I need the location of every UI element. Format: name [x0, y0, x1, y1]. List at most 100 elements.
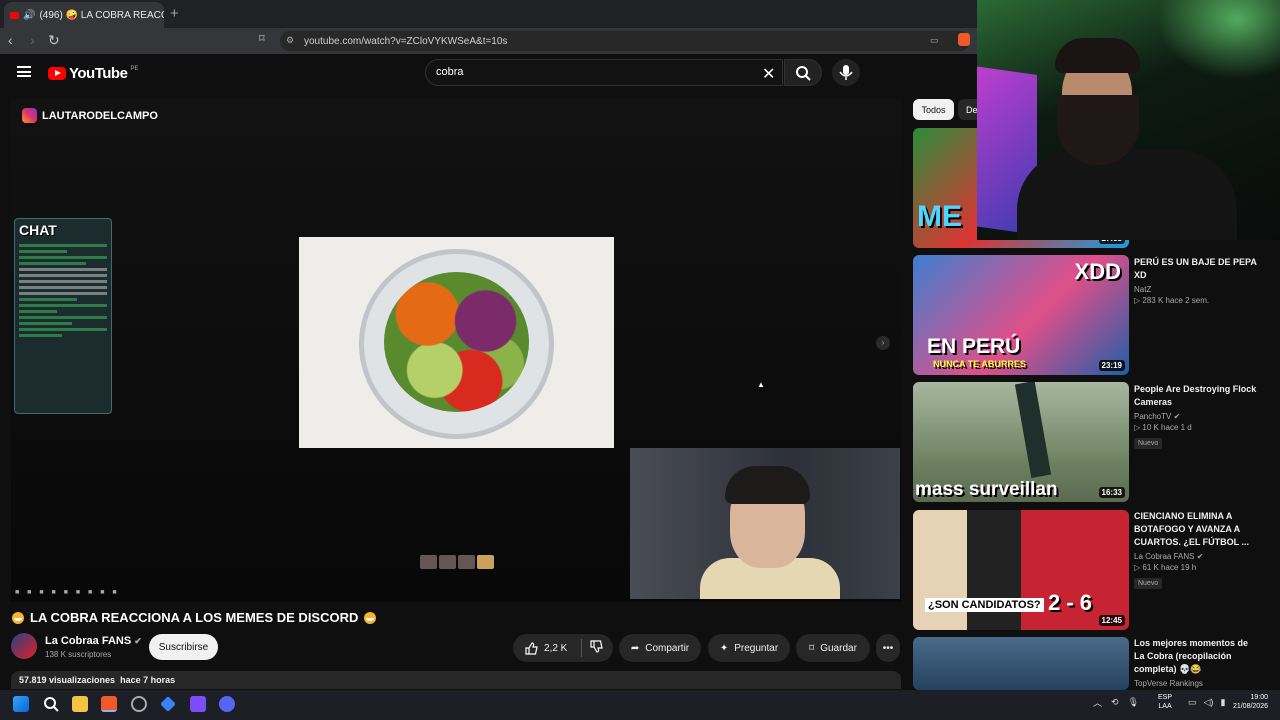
stream-taskbar-icons: ■ ■ ■ ■ ■ ■ ■ ■ ■: [15, 589, 120, 596]
search-taskbar-icon[interactable]: [43, 696, 59, 712]
clock[interactable]: 19:00 21/08/2026: [1230, 693, 1268, 711]
description-box[interactable]: 57.819 visualizaciones hace 7 horas: [11, 671, 901, 689]
language-indicator[interactable]: ESP LAA: [1158, 693, 1172, 711]
mouse-cursor-icon: ▲: [757, 380, 765, 389]
channel-avatar[interactable]: [11, 633, 37, 659]
youtube-favicon-icon: [10, 11, 19, 19]
share-button[interactable]: ➦ Compartir: [619, 634, 701, 662]
battery-icon: ▮: [1220, 697, 1226, 707]
related-thumbnail-4[interactable]: ¿SON CANDIDATOS? 2 - 6 12:45: [913, 510, 1129, 630]
chip-all[interactable]: Todos: [913, 99, 954, 120]
youtube-logo[interactable]: YouTube PE: [48, 65, 138, 82]
thumb-text-xdd: XDD: [1074, 259, 1121, 284]
new-badge: Nuevo: [1134, 578, 1163, 589]
channel-name-text: La Cobraa FANS: [45, 635, 132, 647]
voice-search-button[interactable]: [832, 59, 860, 86]
verified-icon: ✔: [134, 636, 142, 646]
new-badge: Nuevo: [1134, 438, 1163, 449]
verified-icon: ✔: [1173, 412, 1181, 421]
related-meta: ▷ 283 K hace 2 sem.: [1134, 296, 1210, 305]
speaker-icon[interactable]: 🔊: [23, 10, 35, 21]
url-field[interactable]: youtube.com/watch?v=ZCloVYKWSeA&t=10s: [280, 31, 970, 51]
overlay-account: LAUTARODELCAMPO: [42, 109, 158, 122]
save-label: Guardar: [820, 642, 857, 654]
channel-name[interactable]: La Cobraa FANS ✔: [45, 635, 142, 647]
duration-badge: 12:45: [1098, 615, 1125, 626]
site-info-icon[interactable]: ⚙: [286, 35, 294, 46]
reload-icon[interactable]: ↻: [48, 32, 60, 49]
related-title: People Are Destroying Flock Cameras: [1134, 384, 1257, 407]
search-input[interactable]: cobra: [425, 59, 783, 86]
related-thumbnail-2[interactable]: XDD EN PERÚ NUNCA TE ABURRES 23:19: [913, 255, 1129, 375]
forward-icon[interactable]: ›: [30, 32, 35, 48]
clear-search-icon[interactable]: ✕: [762, 64, 775, 84]
thumb-text-sub: NUNCA TE ABURRES: [933, 359, 1026, 369]
ask-label: Preguntar: [734, 642, 779, 654]
network-icon: ▭: [1188, 697, 1197, 707]
cast-icon[interactable]: ▭: [930, 35, 939, 46]
next-arrow-icon: ›: [876, 336, 890, 350]
related-info-5[interactable]: Los mejores momentos de La Cobra (recopi…: [1134, 637, 1260, 688]
bookmark-save-icon: ⌑: [809, 642, 815, 654]
thumb-text: ME: [917, 200, 962, 233]
brave-browser-icon[interactable]: [101, 696, 117, 712]
related-channel-text: La Cobraa FANS: [1134, 552, 1195, 561]
menu-icon[interactable]: [17, 66, 31, 77]
upload-age: hace 7 horas: [120, 675, 176, 685]
new-tab-icon[interactable]: +: [170, 5, 179, 22]
image-carousel-thumbs: [420, 555, 494, 569]
time-text: 19:00: [1250, 694, 1268, 701]
sparkle-icon: ✦: [719, 642, 729, 654]
related-channel: La Cobraa FANS ✔: [1134, 552, 1260, 561]
like-divider: [581, 639, 582, 657]
subscriber-count: 138 K suscriptores: [45, 650, 112, 659]
date-text: 21/08/2026: [1232, 703, 1268, 710]
dislike-button[interactable]: [590, 640, 603, 656]
discord-icon[interactable]: [219, 696, 235, 712]
ask-button[interactable]: ✦ Preguntar: [708, 634, 790, 662]
bookmark-icon[interactable]: ⌑: [259, 32, 265, 45]
streamer-facecam-overlay: [977, 0, 1280, 240]
tray-sync-icon[interactable]: ⟲: [1111, 697, 1119, 708]
related-info-3[interactable]: People Are Destroying Flock Cameras Panc…: [1134, 383, 1260, 450]
back-icon[interactable]: ‹: [8, 32, 13, 48]
tray-mic-icon[interactable]: 🎙: [1128, 697, 1139, 708]
tray-status-icons[interactable]: ▭ ◁) ▮: [1188, 697, 1225, 708]
search-button[interactable]: [784, 59, 822, 86]
instagram-icon: [22, 108, 37, 123]
related-channel: TopVerse Rankings: [1134, 679, 1203, 688]
search-icon: [796, 66, 811, 81]
file-explorer-icon[interactable]: [72, 696, 88, 712]
related-channel: PanchoTV ✔: [1134, 412, 1260, 421]
crazy-face-emoji-icon: [12, 611, 24, 624]
related-title: Los mejores momentos de La Cobra (recopi…: [1134, 638, 1249, 674]
url-text: youtube.com/watch?v=ZCloVYKWSeA&t=10s: [304, 35, 508, 47]
salad-bowl-image: [299, 237, 614, 448]
like-button[interactable]: 2,2 K: [525, 641, 568, 655]
subscribe-button[interactable]: Suscribirse: [149, 634, 218, 660]
related-title: CIENCIANO ELIMINA A BOTAFOGO Y AVANZA A …: [1134, 511, 1250, 547]
view-count: 57.819 visualizaciones: [19, 675, 116, 685]
country-code: PE: [130, 65, 139, 72]
app-grid-icon[interactable]: [190, 696, 206, 712]
like-dislike-group: 2,2 K: [513, 634, 613, 662]
windows-start-icon[interactable]: [13, 696, 29, 712]
thumb-score: 2 - 6: [1048, 590, 1093, 615]
share-label: Compartir: [645, 642, 690, 654]
related-thumbnail-5[interactable]: [913, 637, 1129, 690]
more-actions-button[interactable]: •••: [876, 634, 900, 662]
verified-icon: ✔: [1196, 552, 1204, 561]
related-info-2[interactable]: PERÚ ES UN BAJE DE PEPA XD NatZ ▷ 283 K …: [1134, 256, 1260, 305]
stream-chat-overlay: CHAT: [14, 218, 112, 414]
crazy-face-emoji-icon: [364, 611, 377, 624]
thumbs-up-icon: [525, 641, 538, 655]
tray-chevron-icon[interactable]: ︿: [1093, 696, 1102, 709]
save-button[interactable]: ⌑ Guardar: [796, 634, 870, 662]
brave-shield-icon[interactable]: [958, 33, 970, 46]
like-count: 2,2 K: [544, 642, 568, 654]
related-info-4[interactable]: CIENCIANO ELIMINA A BOTAFOGO Y AVANZA A …: [1134, 510, 1260, 590]
related-channel: NatZ: [1134, 285, 1152, 294]
related-thumbnail-3[interactable]: mass surveillan 16:33: [913, 382, 1129, 502]
app-icon[interactable]: [131, 696, 147, 712]
browser-tab[interactable]: 🔊 (496) 🤪 LA COBRA REACCIO... ✕: [4, 2, 164, 28]
